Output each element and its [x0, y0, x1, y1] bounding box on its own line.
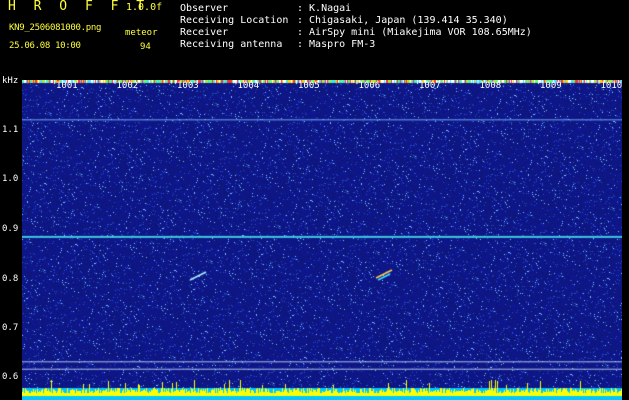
y-tick-label: 0.8: [2, 274, 19, 284]
unit-label: kHz: [2, 76, 19, 86]
meteor-count: 94: [140, 42, 151, 52]
minute-mark-label: 1008: [479, 81, 502, 91]
y-tick-label: 0.7: [2, 323, 19, 333]
location-label: Receiving Location: [180, 15, 289, 26]
y-tick-label: 1.0: [2, 174, 19, 184]
observer-label: Observer: [180, 3, 229, 14]
meteor-label: meteor: [125, 28, 158, 38]
minute-mark-label: 1003: [177, 81, 199, 91]
observer-value: : K.Nagai: [297, 3, 352, 14]
antenna-label: Receiving antenna: [180, 39, 283, 50]
minute-mark-label: 1002: [116, 81, 139, 91]
antenna-value: : Maspro FM-3: [297, 39, 376, 50]
header-panel: H R O F F T 1.0.0f KN9_2506081000.png 25…: [0, 0, 629, 78]
file-name: KN9_2506081000.png: [9, 23, 102, 33]
y-tick-label: 1.1: [2, 125, 19, 135]
location-value: : Chigasaki, Japan (139.414 35.340): [297, 15, 508, 26]
minute-mark-label: 1007: [419, 81, 441, 91]
y-tick-label: 0.9: [2, 224, 19, 234]
date-time: 25.06.08 10:00: [9, 41, 81, 51]
minute-mark-label: 1009: [540, 81, 562, 91]
receiver-value: : AirSpy mini (Miakejima VOR 108.65MHz): [297, 27, 532, 38]
app-version: 1.0.0f: [126, 2, 163, 13]
receiver-label: Receiver: [180, 27, 229, 38]
minute-mark-label: 1001: [56, 81, 78, 91]
spectrogram-canvas: [22, 80, 622, 400]
minute-mark-label: 1005: [298, 81, 320, 91]
minute-mark-label: 1004: [237, 81, 260, 91]
y-tick-label: 0.6: [2, 372, 19, 382]
minute-mark-label: 1006: [358, 81, 381, 91]
minute-mark-label: 1010: [600, 81, 623, 91]
